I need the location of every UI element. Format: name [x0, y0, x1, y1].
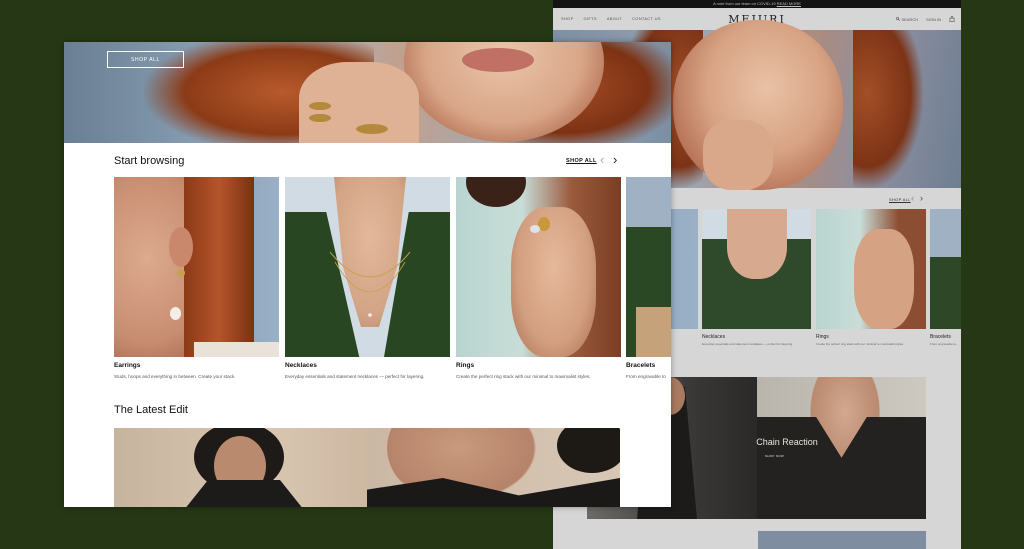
chevron-left-icon[interactable]: ‹	[600, 152, 604, 168]
search-link[interactable]: SEARCH	[896, 17, 918, 22]
hero-shop-all-button[interactable]: SHOP ALL	[107, 51, 184, 68]
editorial-image-right	[757, 377, 926, 519]
chevron-right-icon[interactable]: ›	[920, 193, 923, 203]
category-desc: Everyday essentials and statement neckla…	[702, 342, 794, 346]
category-tile-rings[interactable]	[816, 209, 926, 329]
announcement-link[interactable]: READ MORE	[777, 1, 801, 6]
category-label[interactable]: Necklaces	[702, 334, 725, 340]
hero-image: SHOP ALL	[64, 42, 671, 143]
category-label[interactable]: Bracelets	[626, 362, 655, 369]
latest-edit-image-left[interactable]	[114, 428, 367, 507]
shop-all-link[interactable]: SHOP ALL	[889, 197, 911, 202]
signin-link[interactable]: SIGN IN	[926, 17, 941, 22]
latest-edit-images	[64, 428, 671, 507]
search-icon	[896, 17, 901, 22]
latest-edit-image-right[interactable]	[367, 428, 620, 507]
category-label[interactable]: Bracelets	[930, 334, 951, 340]
carousel-arrows: ‹ ›	[911, 193, 923, 203]
shop-all-link[interactable]: SHOP ALL	[566, 158, 597, 164]
chevron-right-icon[interactable]: ›	[613, 152, 617, 168]
category-label[interactable]: Necklaces	[285, 362, 317, 369]
next-section-image	[758, 531, 926, 549]
category-desc: Create the perfect ring stack with our m…	[456, 374, 591, 379]
category-label[interactable]: Earrings	[114, 362, 140, 369]
category-desc: Create the perfect ring stack with our m…	[816, 342, 904, 346]
foreground-page: SHOP ALL Start browsing SHOP ALL ‹ › Ear…	[64, 42, 671, 507]
category-tile-bracelets[interactable]	[626, 177, 671, 357]
category-tile-necklaces[interactable]	[702, 209, 811, 329]
latest-edit-title: The Latest Edit	[114, 404, 188, 416]
editorial-cta[interactable]: SHOP NOW	[765, 454, 784, 458]
announcement-text: A note from our team on COVID-19	[713, 1, 776, 6]
category-tile-necklaces[interactable]	[285, 177, 450, 357]
editorial-title: Chain Reaction	[756, 437, 818, 447]
category-desc: Studs, hoops and everything in between. …	[114, 374, 236, 379]
category-label[interactable]: Rings	[456, 362, 474, 369]
category-tile-earrings[interactable]	[114, 177, 279, 357]
announcement-bar: A note from our team on COVID-19 READ MO…	[553, 0, 961, 8]
section-title: Start browsing	[114, 155, 185, 167]
bag-icon[interactable]	[949, 16, 955, 22]
category-desc: From engravable to...	[930, 342, 959, 346]
category-tile-bracelets[interactable]	[930, 209, 961, 329]
search-label: SEARCH	[901, 16, 919, 22]
chevron-left-icon[interactable]: ‹	[911, 193, 914, 203]
category-desc: Everyday essentials and statement neckla…	[285, 374, 425, 379]
category-desc: From engravable to	[626, 374, 666, 379]
category-label[interactable]: Rings	[816, 334, 829, 340]
category-tile-rings[interactable]	[456, 177, 621, 357]
nav-actions: SEARCH SIGN IN	[896, 16, 955, 22]
